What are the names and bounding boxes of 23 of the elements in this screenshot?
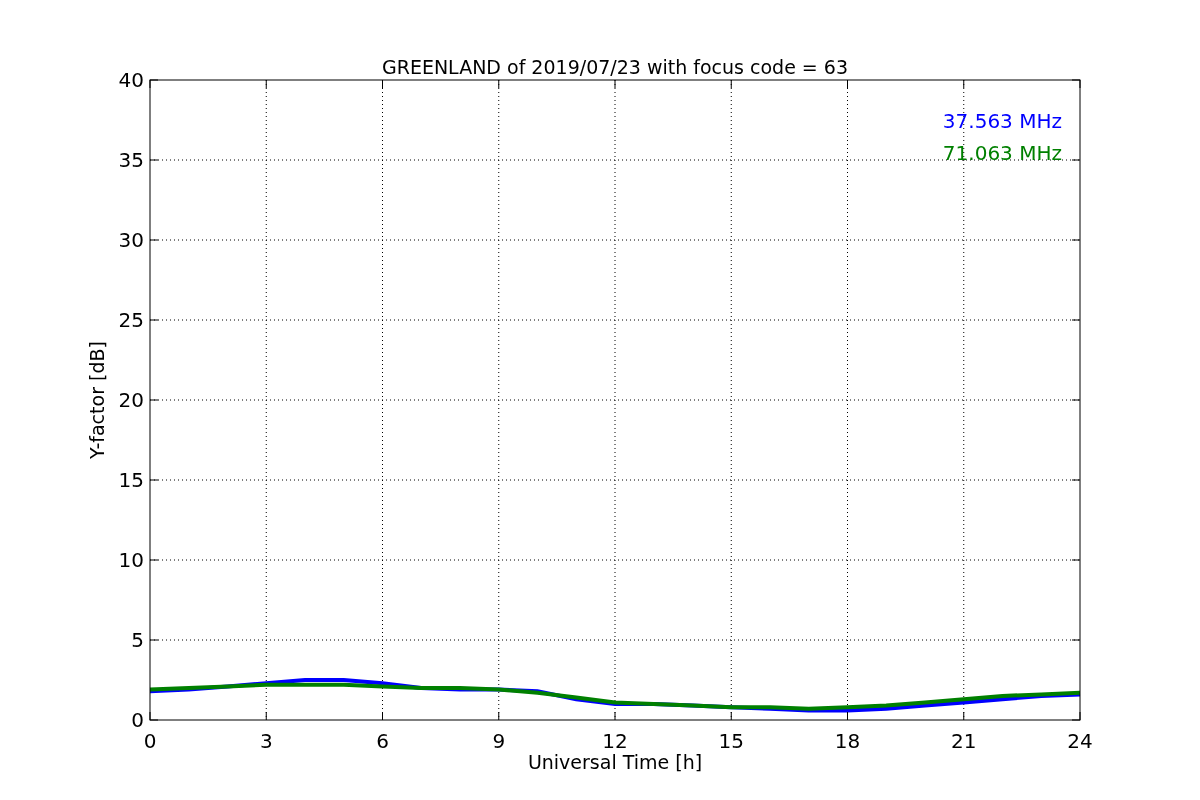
x-tick-label: 15	[718, 729, 744, 753]
y-tick-label: 25	[118, 308, 144, 332]
x-tick-label: 18	[834, 729, 861, 753]
y-tick-label: 40	[118, 68, 144, 92]
x-tick-label: 24	[1067, 729, 1093, 753]
x-tick-label: 21	[951, 729, 977, 753]
y-tick-label: 5	[131, 628, 144, 652]
x-tick-label: 12	[602, 729, 628, 753]
y-tick-label: 10	[118, 548, 144, 572]
y-tick-label: 20	[118, 388, 144, 412]
y-tick-label: 30	[118, 228, 144, 252]
x-axis-title: Universal Time [h]	[527, 751, 703, 773]
y-tick-label: 35	[118, 148, 144, 172]
y-axis-title: Y-factor [dB]	[86, 341, 108, 459]
legend-label: 71.063 MHz	[942, 141, 1062, 165]
x-tick-label: 9	[492, 729, 506, 753]
x-tick-label: 0	[143, 729, 157, 753]
y-tick-label: 15	[118, 468, 144, 492]
x-tick-label: 3	[259, 729, 273, 753]
legend-label: 37.563 MHz	[942, 109, 1062, 133]
chart-title: GREENLAND of 2019/07/23 with focus code = 63	[382, 56, 848, 78]
y-tick-label: 0	[131, 708, 144, 732]
x-tick-label: 6	[376, 729, 389, 753]
